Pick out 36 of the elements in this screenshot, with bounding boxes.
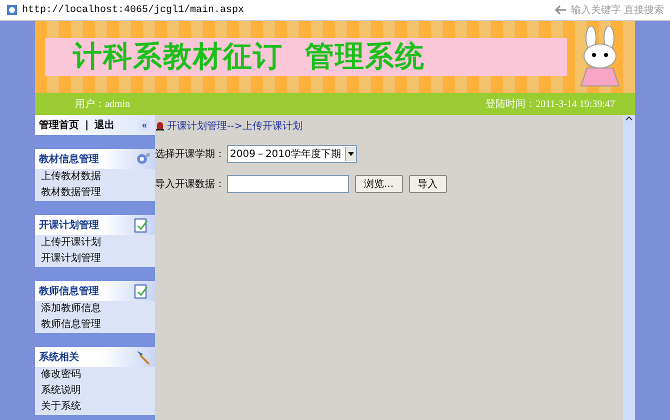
browse-button[interactable]: 浏览... — [355, 175, 403, 193]
breadcrumb-text: 开课计划管理-->上传开课计划 — [167, 120, 303, 133]
user-label: 用户：admin — [75, 98, 130, 111]
breadcrumb-link[interactable]: 开课计划管理-->上传开课计划 — [155, 119, 623, 133]
logout-link[interactable]: 退出 — [94, 118, 115, 132]
menu-group-title: 系统相关 — [39, 350, 79, 364]
import-button[interactable]: 导入 — [408, 175, 447, 193]
import-label: 导入开课数据： — [155, 178, 225, 191]
file-path-field[interactable] — [227, 175, 349, 193]
menu-item[interactable]: 教师信息管理 — [35, 317, 155, 333]
menu-item[interactable]: 教材数据管理 — [35, 185, 155, 201]
term-select[interactable]: 2009－2010学年度下期 — [227, 145, 357, 163]
menu-item[interactable]: 上传开课计划 — [35, 235, 155, 251]
page-icon — [6, 4, 18, 16]
term-label: 选择开课学期： — [155, 148, 225, 161]
menu-item[interactable]: 上传教材数据 — [35, 169, 155, 185]
menu-group-title: 教材信息管理 — [39, 152, 99, 166]
scrollbar[interactable] — [623, 115, 635, 420]
back-arrow-icon[interactable] — [554, 5, 567, 15]
site-title: 计科系教材征订 管理系统 — [73, 38, 426, 75]
bell-icon — [155, 121, 165, 131]
menu-group-title: 教师信息管理 — [39, 284, 99, 298]
dropdown-arrow-icon — [348, 152, 354, 156]
login-time: 登陆时间：2011-3-14 19:39:47 — [486, 98, 615, 111]
menu-item[interactable]: 系统说明 — [35, 383, 155, 399]
url-text: http://localhost:4065/jcgl1/main.aspx — [22, 4, 246, 16]
home-link[interactable]: 管理首页 — [39, 118, 79, 132]
collapse-button[interactable]: « — [138, 118, 151, 132]
menu-group-title: 开课计划管理 — [39, 218, 99, 232]
scroll-up-icon[interactable] — [625, 115, 633, 121]
address-bar[interactable]: http://localhost:4065/jcgl1/main.aspx 输入关键字 直接搜索 — [0, 0, 670, 21]
menu-item[interactable]: 开课计划管理 — [35, 251, 155, 267]
menu-item[interactable]: 添加教师信息 — [35, 301, 155, 317]
separator: | — [85, 120, 89, 130]
menu-item[interactable]: 关于系统 — [35, 399, 155, 415]
menu-item[interactable]: 修改密码 — [35, 367, 155, 383]
